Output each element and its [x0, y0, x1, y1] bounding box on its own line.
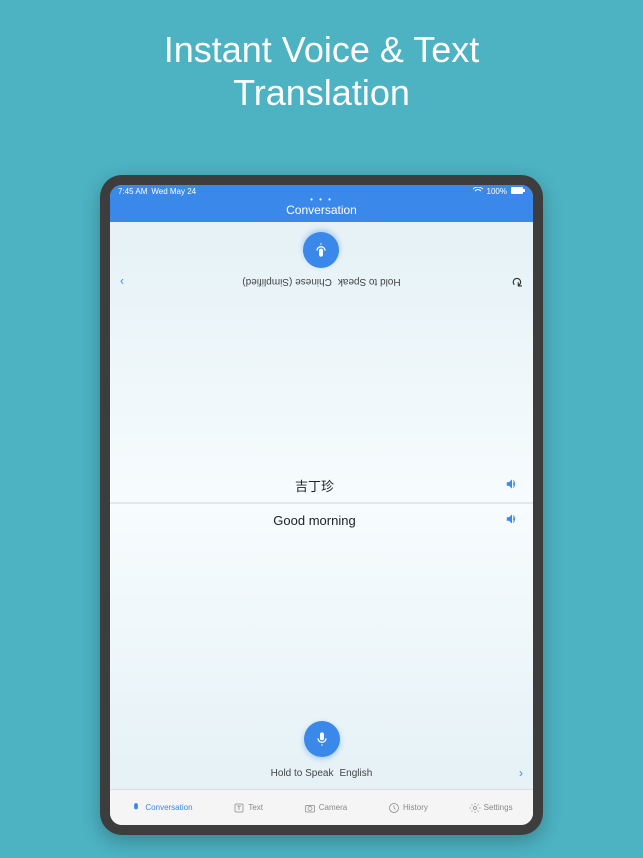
camera-icon	[304, 802, 316, 814]
battery-icon	[511, 187, 525, 196]
tab-text[interactable]: Text	[233, 802, 263, 814]
tab-label: History	[403, 803, 428, 812]
refresh-icon[interactable]: ↻	[511, 274, 523, 291]
ipad-frame: 7:45 AM Wed May 24 100% • • • Conversati…	[100, 175, 543, 835]
tab-bar: Conversation Text Camera History Setting…	[110, 789, 533, 825]
partner-language-label: Chinese (Simplified)	[242, 277, 331, 288]
microphone-icon	[130, 802, 142, 814]
tab-camera[interactable]: Camera	[304, 802, 347, 814]
device-screen: 7:45 AM Wed May 24 100% • • • Conversati…	[110, 185, 533, 825]
tab-label: Camera	[319, 803, 347, 812]
status-date: Wed May 24	[151, 187, 196, 196]
partner-hold-label: Hold to Speak	[338, 277, 401, 288]
speaker-icon[interactable]	[505, 477, 519, 494]
navigation-bar: • • • Conversation	[110, 198, 533, 222]
user-section: Hold to Speak English ›	[110, 707, 533, 789]
partner-mic-button[interactable]	[304, 232, 340, 268]
tab-label: Text	[248, 803, 263, 812]
partner-section: ↻ Hold to Speak Chinese (Simplified) ›	[110, 222, 533, 298]
translation-target-text: 吉丁珍	[124, 476, 505, 495]
battery-percent: 100%	[487, 187, 507, 196]
microphone-icon	[314, 242, 330, 258]
text-icon	[233, 802, 245, 814]
translation-target-row: 吉丁珍	[110, 469, 533, 503]
chevron-right-icon[interactable]: ›	[120, 275, 124, 289]
user-language-label: English	[340, 768, 373, 779]
tab-conversation[interactable]: Conversation	[130, 802, 192, 814]
tab-settings[interactable]: Settings	[469, 802, 513, 814]
translation-source-row: Good morning	[110, 503, 533, 537]
tab-history[interactable]: History	[388, 802, 428, 814]
translation-area: 吉丁珍 Good morning	[110, 298, 533, 707]
multitask-dots-icon: • • •	[310, 188, 333, 212]
user-language-row[interactable]: Hold to Speak English ›	[120, 763, 523, 783]
microphone-icon	[314, 731, 330, 747]
headline-line-2: Translation	[0, 71, 643, 114]
chevron-right-icon[interactable]: ›	[519, 766, 523, 780]
partner-language-row[interactable]: ↻ Hold to Speak Chinese (Simplified) ›	[120, 272, 523, 292]
history-icon	[388, 802, 400, 814]
speaker-icon[interactable]	[505, 512, 519, 529]
translation-source-text: Good morning	[124, 513, 505, 528]
tab-label: Conversation	[145, 803, 192, 812]
wifi-icon	[473, 187, 483, 197]
headline-line-1: Instant Voice & Text	[0, 28, 643, 71]
user-hold-label: Hold to Speak	[271, 768, 334, 779]
user-mic-button[interactable]	[304, 721, 340, 757]
gear-icon	[469, 802, 481, 814]
status-time: 7:45 AM	[118, 187, 147, 196]
marketing-headline: Instant Voice & Text Translation	[0, 0, 643, 114]
tab-label: Settings	[484, 803, 513, 812]
